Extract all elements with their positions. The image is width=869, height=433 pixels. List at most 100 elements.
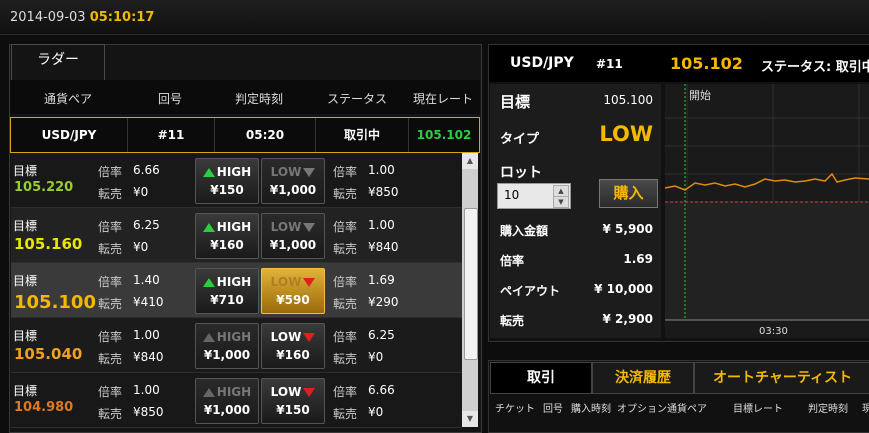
tab-ladder[interactable]: ラダー bbox=[11, 44, 105, 81]
high-button[interactable]: HIGH ¥1,000 bbox=[195, 378, 259, 424]
selected-status: 取引中 bbox=[316, 118, 409, 152]
low-price: ¥160 bbox=[276, 348, 310, 362]
high-rate-label: 倍率 bbox=[98, 220, 123, 234]
up-arrow-icon bbox=[202, 278, 215, 287]
trade-round: #11 bbox=[596, 57, 623, 71]
up-arrow-icon bbox=[202, 168, 215, 177]
low-rate-label: 倍率 bbox=[333, 165, 358, 179]
low-rate-value: 1.69 bbox=[368, 273, 395, 287]
low-resale-value: ¥840 bbox=[368, 240, 399, 254]
top-bar: 2014-09-03 05:10:17 bbox=[0, 0, 869, 35]
ladder-row: 目標 105.160 倍率 6.25 転売 ¥0 HIGH ¥160 LOW ¥… bbox=[11, 208, 462, 263]
payout-value: ¥ 10,000 bbox=[594, 282, 653, 296]
date-text: 2014-09-03 bbox=[10, 10, 86, 25]
high-rate-label: 倍率 bbox=[98, 165, 123, 179]
low-rate-value: 6.25 bbox=[368, 328, 395, 342]
col-judge-time: 判定時刻 bbox=[235, 92, 284, 106]
tab-autochartist[interactable]: オートチャーティスト bbox=[694, 362, 869, 394]
lot-label: ロット bbox=[500, 165, 542, 181]
decrement-icon[interactable]: ▼ bbox=[553, 196, 569, 208]
high-price: ¥1,000 bbox=[203, 348, 251, 362]
selected-time: 05:20 bbox=[215, 118, 316, 152]
time-text: 05:10:17 bbox=[89, 10, 155, 25]
target-label: 目標 bbox=[13, 164, 38, 178]
low-resale-label: 転売 bbox=[333, 297, 358, 311]
selected-option-row[interactable]: USD/JPY #11 05:20 取引中 105.102 bbox=[10, 117, 480, 153]
low-resale-label: 転売 bbox=[333, 242, 358, 256]
chart-start-label: 開始 bbox=[689, 89, 711, 102]
lot-stepper[interactable]: 10 ▲ ▼ bbox=[497, 183, 571, 209]
tab-trade[interactable]: 取引 bbox=[490, 362, 592, 394]
high-price: ¥1,000 bbox=[203, 403, 251, 417]
trade-pair: USD/JPY bbox=[510, 55, 574, 71]
low-rate-label: 倍率 bbox=[333, 330, 358, 344]
col-round: 回号 bbox=[543, 404, 563, 415]
high-button[interactable]: HIGH ¥150 bbox=[195, 158, 259, 204]
resale-label: 転売 bbox=[500, 314, 525, 328]
high-resale-label: 転売 bbox=[98, 242, 123, 256]
low-resale-label: 転売 bbox=[333, 352, 358, 366]
target-rate: 105.040 bbox=[14, 345, 83, 363]
high-resale-label: 転売 bbox=[98, 352, 123, 366]
target-label: 目標 bbox=[13, 219, 38, 233]
target-rate: 105.220 bbox=[14, 180, 74, 195]
high-price: ¥710 bbox=[210, 293, 244, 307]
high-rate-label: 倍率 bbox=[98, 385, 123, 399]
payout-label: ペイアウト bbox=[500, 284, 561, 298]
clock: 2014-09-03 05:10:17 bbox=[10, 10, 154, 25]
low-rate-label: 倍率 bbox=[333, 220, 358, 234]
ladder-header: 通貨ペア 回号 判定時刻 ステータス 現在レート bbox=[10, 80, 480, 114]
high-button[interactable]: HIGH ¥160 bbox=[195, 213, 259, 259]
low-price: ¥1,000 bbox=[269, 238, 317, 252]
high-rate-value: 1.00 bbox=[133, 328, 160, 342]
high-resale-label: 転売 bbox=[98, 187, 123, 201]
low-button-selected[interactable]: LOW ¥590 bbox=[261, 268, 325, 314]
low-price: ¥1,000 bbox=[269, 183, 317, 197]
amount-label: 購入金額 bbox=[500, 224, 549, 238]
down-arrow-icon bbox=[303, 388, 316, 397]
down-arrow-icon bbox=[303, 168, 316, 177]
low-button[interactable]: LOW ¥1,000 bbox=[261, 213, 325, 259]
target-label: 目標 bbox=[13, 274, 38, 288]
low-rate-value: 1.00 bbox=[368, 218, 395, 232]
low-rate-label: 倍率 bbox=[333, 385, 358, 399]
tab-history[interactable]: 決済履歴 bbox=[592, 362, 694, 394]
price-line bbox=[665, 172, 869, 191]
col-judge-time: 判定時刻 bbox=[808, 404, 848, 415]
col-current: 現 bbox=[862, 404, 869, 415]
high-button[interactable]: HIGH ¥1,000 bbox=[195, 323, 259, 369]
low-price: ¥590 bbox=[276, 293, 310, 307]
low-button[interactable]: LOW ¥160 bbox=[261, 323, 325, 369]
scroll-thumb[interactable] bbox=[464, 208, 478, 360]
scroll-down-icon[interactable]: ▼ bbox=[462, 411, 478, 427]
col-buy-time: 購入時刻 bbox=[571, 404, 611, 415]
high-resale-label: 転売 bbox=[98, 297, 123, 311]
high-rate-value: 6.66 bbox=[133, 163, 160, 177]
up-arrow-icon bbox=[202, 333, 215, 342]
target-label: 目標 bbox=[13, 384, 38, 398]
buy-button[interactable]: 購入 bbox=[599, 179, 658, 208]
low-resale-label: 転売 bbox=[333, 187, 358, 201]
scroll-up-icon[interactable]: ▲ bbox=[462, 153, 478, 169]
down-arrow-icon bbox=[303, 333, 316, 342]
low-rate-label: 倍率 bbox=[333, 275, 358, 289]
high-button[interactable]: HIGH ¥710 bbox=[195, 268, 259, 314]
low-button[interactable]: LOW ¥150 bbox=[261, 378, 325, 424]
target-label: 目標 bbox=[500, 93, 531, 111]
target-rate: 105.100 bbox=[14, 292, 96, 313]
down-arrow-icon bbox=[303, 278, 316, 287]
col-target-rate: 目標レート bbox=[733, 404, 783, 415]
target-value: 105.100 bbox=[603, 93, 653, 107]
target-rate: 105.160 bbox=[14, 235, 83, 253]
price-chart: 開始 03:30 bbox=[665, 84, 869, 338]
trade-header: USD/JPY #11 105.102 ステータス: 取引中 bbox=[489, 45, 869, 82]
high-resale-value: ¥840 bbox=[133, 350, 164, 364]
low-button[interactable]: LOW ¥1,000 bbox=[261, 158, 325, 204]
high-price: ¥150 bbox=[210, 183, 244, 197]
col-ticket: チケット bbox=[495, 404, 535, 415]
ladder-row: 目標 105.040 倍率 1.00 転売 ¥840 HIGH ¥1,000 L… bbox=[11, 318, 462, 373]
high-rate-label: 倍率 bbox=[98, 275, 123, 289]
type-label: タイプ bbox=[500, 132, 540, 147]
amount-value: ¥ 5,900 bbox=[602, 222, 653, 236]
low-resale-value: ¥850 bbox=[368, 185, 399, 199]
